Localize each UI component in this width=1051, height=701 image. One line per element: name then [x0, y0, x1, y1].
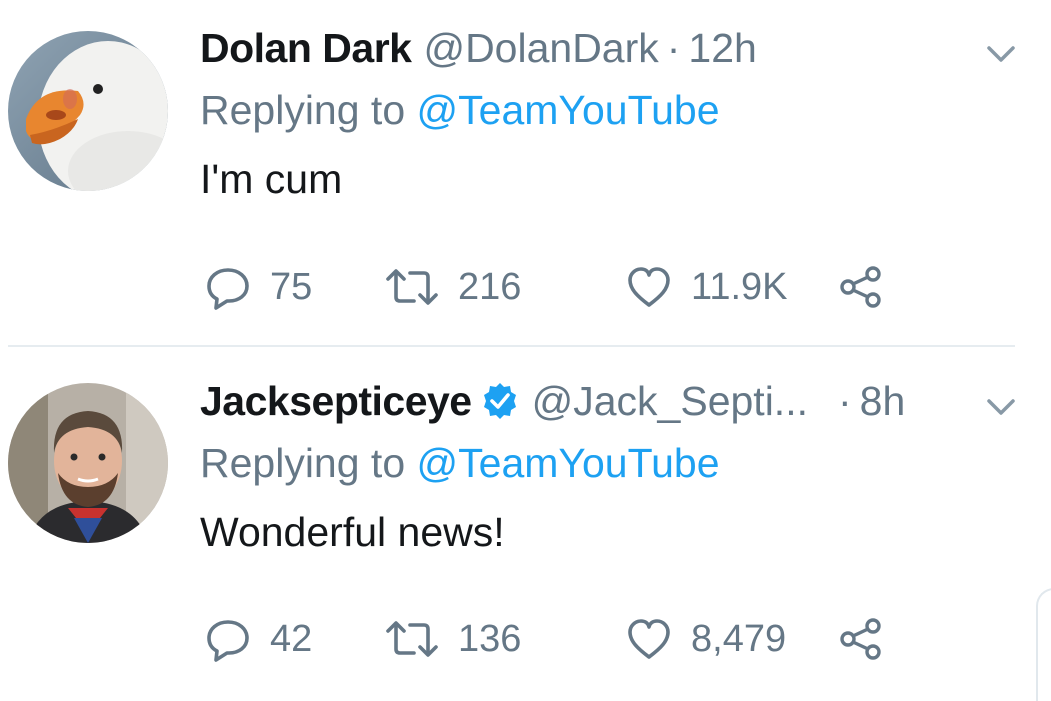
tweet-text: I'm cum: [200, 156, 343, 202]
share-button[interactable]: [837, 615, 885, 663]
mention-link[interactable]: @TeamYouTube: [417, 87, 720, 133]
timestamp[interactable]: 12h: [688, 24, 756, 72]
retweet-button[interactable]: 216: [384, 263, 521, 311]
retweet-button[interactable]: 136: [384, 615, 521, 663]
like-icon: [628, 619, 670, 659]
share-icon: [840, 618, 881, 660]
reply-count: 75: [270, 265, 313, 308]
reply-button[interactable]: 42: [204, 615, 312, 663]
display-name[interactable]: Jacksepticeye: [200, 377, 472, 425]
avatar[interactable]: [8, 31, 168, 191]
tweet[interactable]: Dolan Dark @DolanDark · 12h Replying to …: [0, 0, 1051, 345]
user-handle[interactable]: @Jack_Septi...: [532, 377, 808, 425]
tweet-header: Dolan Dark @DolanDark · 12h: [200, 24, 757, 72]
replying-to: Replying to @TeamYouTube: [200, 86, 720, 134]
reply-button[interactable]: 75: [204, 263, 312, 311]
reply-icon: [207, 620, 249, 662]
tweet-text: Wonderful news!: [200, 509, 505, 555]
share-icon: [840, 266, 881, 308]
avatar[interactable]: [8, 383, 168, 543]
display-name[interactable]: Dolan Dark: [200, 24, 412, 72]
verified-badge-icon: [483, 383, 516, 419]
like-button[interactable]: 11.9K: [625, 263, 787, 311]
retweet-count: 136: [458, 617, 522, 660]
tweet-header: Jacksepticeye @Jack_Septi... · 8h: [200, 377, 905, 425]
goose-avatar-icon: [8, 31, 168, 191]
retweet-count: 216: [458, 265, 522, 308]
retweet-icon: [386, 269, 438, 305]
retweet-icon: [386, 621, 438, 657]
tweet-actions: 75 216 11.9K: [200, 263, 920, 311]
chevron-down-icon[interactable]: [983, 42, 1019, 66]
timestamp[interactable]: 8h: [860, 377, 906, 425]
share-button[interactable]: [837, 263, 885, 311]
like-button[interactable]: 8,479: [625, 615, 786, 663]
tweet[interactable]: Jacksepticeye @Jack_Septi... · 8h Replyi…: [0, 347, 1051, 701]
compose-fab-edge: [1036, 588, 1051, 701]
chevron-down-icon[interactable]: [983, 395, 1019, 419]
mention-link[interactable]: @TeamYouTube: [417, 440, 720, 486]
separator-dot: ·: [666, 25, 681, 71]
replying-prefix: Replying to: [200, 87, 417, 133]
user-handle[interactable]: @DolanDark: [423, 24, 658, 72]
separator-dot: ·: [837, 378, 852, 424]
like-icon: [628, 267, 670, 307]
like-count: 11.9K: [691, 265, 788, 308]
reply-icon: [207, 268, 249, 310]
replying-prefix: Replying to: [200, 440, 417, 486]
person-avatar-icon: [8, 383, 168, 543]
reply-count: 42: [270, 617, 313, 660]
tweet-actions: 42 136 8,479: [200, 615, 920, 663]
replying-to: Replying to @TeamYouTube: [200, 439, 720, 487]
like-count: 8,479: [691, 617, 787, 660]
